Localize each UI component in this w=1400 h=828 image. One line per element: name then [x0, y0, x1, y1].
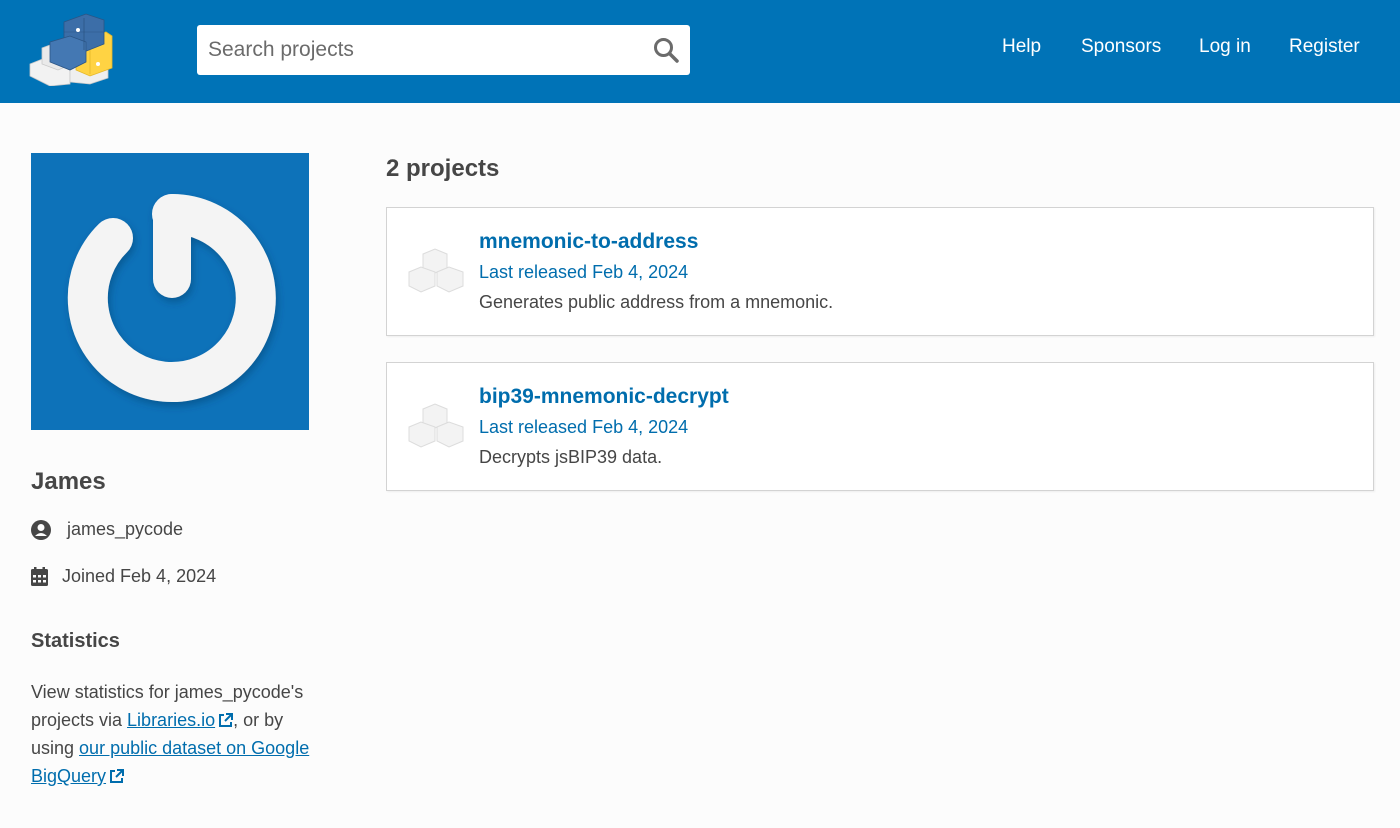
project-released: Last released Feb 4, 2024	[479, 262, 689, 282]
user-circle-icon	[31, 519, 51, 540]
calendar-icon	[31, 567, 48, 586]
project-card[interactable]: bip39-mnemonic-decrypt Last released Feb…	[386, 362, 1374, 491]
search-icon[interactable]	[652, 36, 680, 64]
profile-name: James	[31, 468, 106, 495]
nav-help[interactable]: Help	[1002, 36, 1041, 58]
site-header: Help Sponsors Log in Register	[0, 0, 1400, 103]
pypi-logo[interactable]	[28, 12, 114, 86]
project-released: Last released Feb 4, 2024	[479, 417, 689, 437]
project-description: Generates public address from a mnemonic…	[479, 292, 834, 312]
package-icon	[408, 248, 464, 293]
project-description: Decrypts jsBIP39 data.	[479, 447, 663, 467]
search-box	[197, 25, 690, 75]
project-title-link[interactable]: bip39-mnemonic-decrypt	[479, 385, 729, 409]
nav-sponsors[interactable]: Sponsors	[1081, 36, 1161, 58]
projects-count: 2 projects	[386, 155, 500, 182]
libraries-io-label: Libraries.io	[127, 710, 216, 730]
project-title-link[interactable]: mnemonic-to-address	[479, 230, 698, 254]
package-icon	[408, 403, 464, 448]
search-input[interactable]	[197, 25, 637, 75]
power-avatar-icon	[67, 194, 276, 402]
statistics-heading: Statistics	[31, 630, 120, 652]
external-link-icon	[219, 713, 234, 727]
libraries-io-link[interactable]: Libraries.io	[127, 710, 234, 730]
username: james_pycode	[67, 519, 184, 539]
username-row: james_pycode	[31, 519, 183, 540]
nav-login[interactable]: Log in	[1199, 36, 1251, 58]
joined-date: Joined Feb 4, 2024	[62, 566, 217, 586]
project-card[interactable]: mnemonic-to-address Last released Feb 4,…	[386, 207, 1374, 336]
joined-row: Joined Feb 4, 2024	[31, 566, 216, 587]
external-link-icon	[110, 769, 125, 783]
statistics-text: View statistics for james_pycode's proje…	[31, 678, 321, 790]
nav-register[interactable]: Register	[1289, 36, 1360, 58]
avatar	[31, 153, 309, 430]
